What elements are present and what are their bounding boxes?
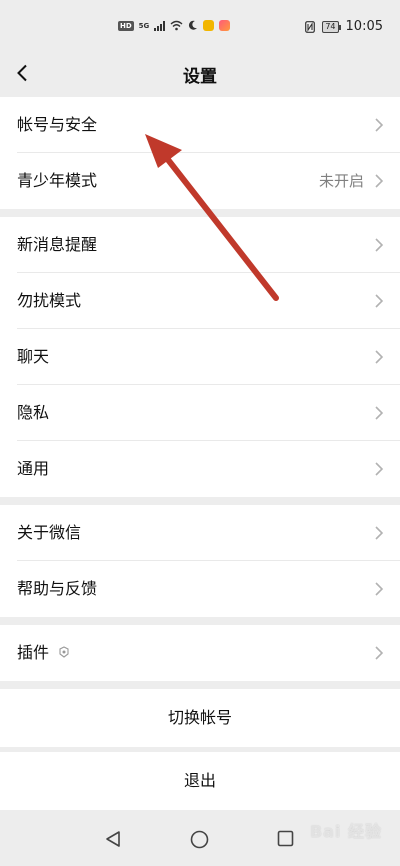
row-label: 隐私 (17, 403, 50, 422)
chevron-right-icon (375, 118, 384, 132)
row-label: 插件 (17, 643, 50, 662)
home-circle-icon[interactable] (190, 830, 209, 849)
chevron-right-icon (375, 526, 384, 540)
chevron-right-icon (375, 582, 384, 596)
row-label: 青少年模式 (17, 171, 98, 190)
row-label: 新消息提醒 (17, 235, 98, 254)
row-general[interactable]: 通用 (0, 441, 400, 497)
status-right: 74 10:05 (305, 19, 383, 34)
row-privacy[interactable]: 隐私 (0, 385, 400, 441)
row-account-security[interactable]: 帐号与安全 (0, 97, 400, 153)
row-help-feedback[interactable]: 帮助与反馈 (0, 561, 400, 617)
app-notification-icon (203, 20, 215, 31)
nfc-icon (305, 20, 316, 33)
chevron-right-icon (375, 294, 384, 308)
logout-button[interactable]: 退出 (0, 752, 400, 810)
recents-square-icon[interactable] (277, 830, 294, 847)
chevron-right-icon (375, 174, 384, 188)
row-chat[interactable]: 聊天 (0, 329, 400, 385)
watermark: Bai 经验 (309, 822, 382, 841)
chevron-right-icon (375, 238, 384, 252)
battery-icon: 74 (322, 20, 341, 33)
settings-group-plugins: 插件 (0, 625, 400, 681)
moon-icon (189, 20, 198, 30)
settings-group-general: 新消息提醒 勿扰模式 聊天 隐私 通用 (0, 217, 400, 497)
chevron-right-icon (375, 350, 384, 364)
row-label: 聊天 (17, 347, 50, 366)
row-label: 帮助与反馈 (17, 579, 98, 598)
app-notification-icon (219, 20, 231, 31)
status-bar: HD 5G 74 10:05 (0, 0, 400, 52)
row-teen-mode[interactable]: 青少年模式 未开启 (0, 153, 400, 209)
row-value: 未开启 (318, 172, 364, 190)
chevron-right-icon (375, 406, 384, 420)
plugin-icon (59, 646, 69, 658)
wifi-icon (170, 20, 183, 31)
status-icons: HD 5G (118, 20, 231, 31)
page-title: 设置 (183, 67, 217, 87)
nav-bar: 设置 (0, 52, 400, 94)
row-label: 关于微信 (17, 523, 82, 542)
back-triangle-icon[interactable] (104, 830, 122, 848)
clock: 10:05 (345, 19, 383, 34)
row-label: 勿扰模式 (17, 291, 82, 310)
settings-group-about: 关于微信 帮助与反馈 (0, 505, 400, 617)
row-about-wechat[interactable]: 关于微信 (0, 505, 400, 561)
row-do-not-disturb[interactable]: 勿扰模式 (0, 273, 400, 329)
chevron-right-icon (375, 462, 384, 476)
switch-account-button[interactable]: 切换帐号 (0, 689, 400, 747)
row-new-message-alerts[interactable]: 新消息提醒 (0, 217, 400, 273)
chevron-right-icon (375, 646, 384, 660)
settings-group-account: 帐号与安全 青少年模式 未开启 (0, 97, 400, 209)
signal-icon (154, 20, 166, 31)
network-type: 5G (138, 21, 150, 30)
row-label: 通用 (17, 459, 50, 478)
row-plugins[interactable]: 插件 (0, 625, 400, 681)
row-label: 帐号与安全 (17, 115, 98, 134)
hd-badge: HD (118, 20, 134, 31)
